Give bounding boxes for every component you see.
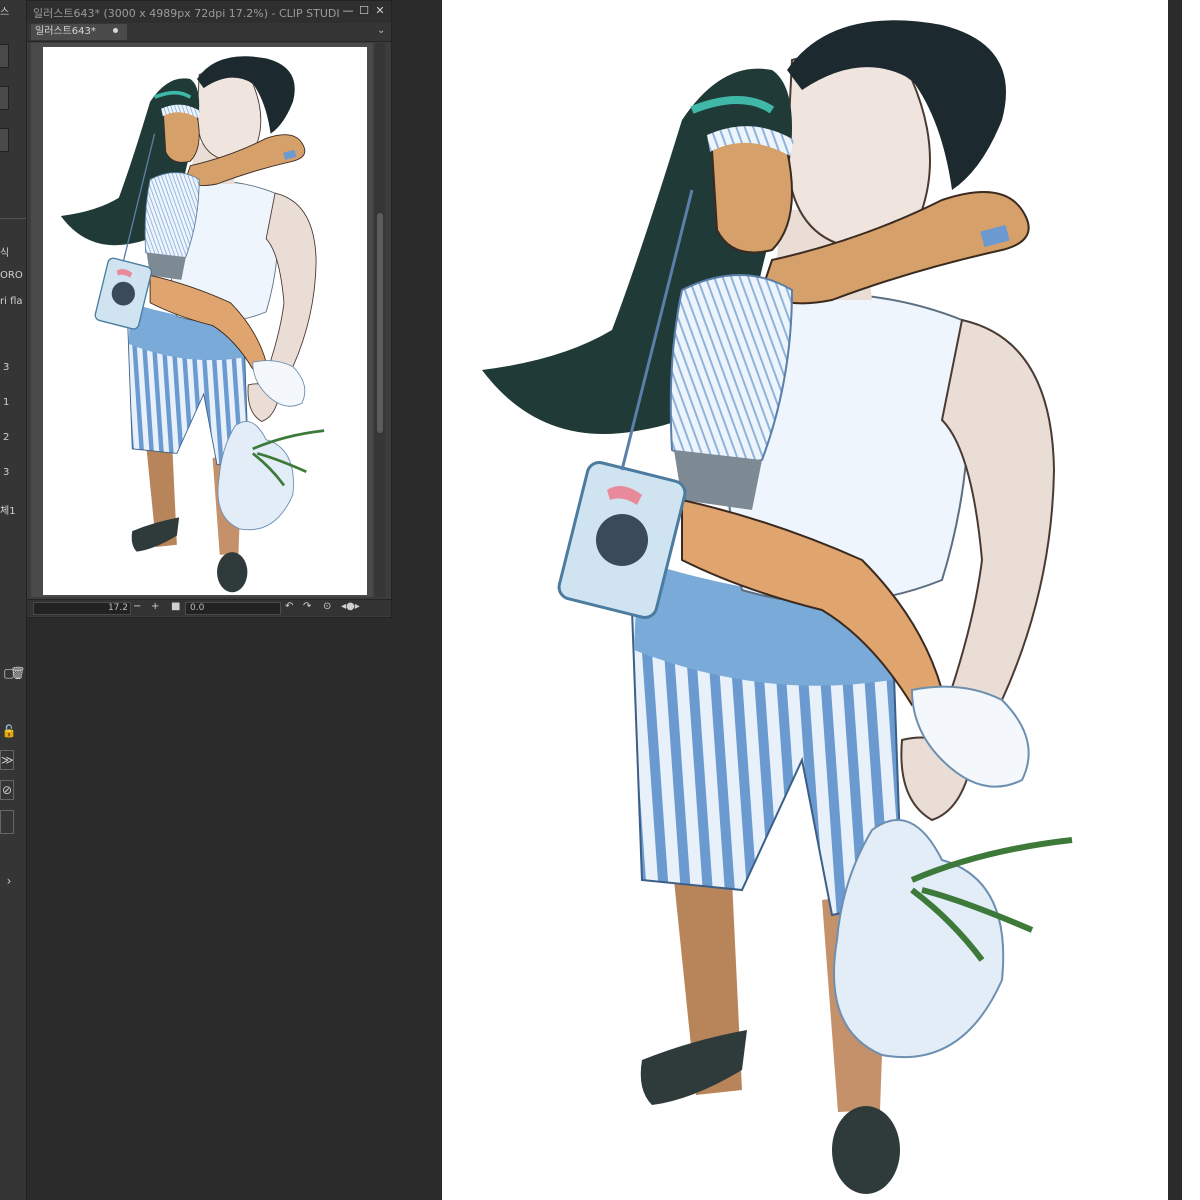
strip-num-3[interactable]: 2 <box>3 432 9 443</box>
scrollbar-thumb[interactable] <box>377 213 383 433</box>
close-icon[interactable]: ✕ <box>373 4 387 18</box>
strip-label-style[interactable]: 식 <box>0 244 9 259</box>
right-panel-edge <box>1182 0 1200 1200</box>
strip-num-2[interactable]: 1 <box>3 397 9 408</box>
navigator-scrollbar[interactable] <box>375 43 385 597</box>
navigator-illustration-preview <box>59 54 326 595</box>
zoom-in-icon[interactable]: + <box>151 601 159 612</box>
lock-icon[interactable]: 🔓 <box>0 722 18 740</box>
main-illustration <box>442 0 1168 1200</box>
flip-icon[interactable]: ◂●▸ <box>341 601 360 612</box>
strip-label-oro[interactable]: ORO <box>0 270 23 281</box>
unsaved-dot-icon <box>113 28 118 33</box>
left-tool-strip: 스 식 ORO ri fla 3 1 2 3 체1 ▢ 🗑 🔓 ≫ ⊘ › <box>0 0 27 1200</box>
strip-button-3[interactable] <box>0 128 9 152</box>
chevron-right-icon[interactable]: › <box>0 872 18 890</box>
maximize-icon[interactable]: ☐ <box>357 4 371 18</box>
rotate-right-icon[interactable]: ↷ <box>303 601 311 612</box>
double-check-icon[interactable]: ≫ <box>0 750 14 770</box>
trash-icon[interactable]: 🗑 <box>9 664 27 682</box>
navigator-controls: 17.2 − + ■ 0.0 ↶ ↷ ⊙ ◂●▸ <box>27 599 391 616</box>
document-tab-label: 일러스트643* <box>35 26 96 37</box>
rotation-angle-field[interactable]: 0.0 <box>185 602 281 615</box>
strip-num-5[interactable]: 체1 <box>0 502 16 517</box>
no-entry-icon[interactable]: ⊘ <box>0 780 14 800</box>
navigator-tabbar: 일러스트643* ⌄ <box>27 23 391 42</box>
chevron-down-icon[interactable]: ⌄ <box>377 25 385 36</box>
navigator-window: 일러스트643* (3000 x 4989px 72dpi 17.2%) - C… <box>26 0 392 618</box>
strip-label-flat[interactable]: ri fla <box>0 296 23 307</box>
canvas-gutter <box>1168 0 1182 1200</box>
navigator-titlebar[interactable]: 일러스트643* (3000 x 4989px 72dpi 17.2%) - C… <box>27 1 391 23</box>
layer-button-icon[interactable] <box>0 810 14 834</box>
zoom-field[interactable]: 17.2 <box>33 602 131 615</box>
strip-button-2[interactable] <box>0 86 9 110</box>
strip-divider <box>0 218 26 219</box>
fit-square-icon[interactable]: ■ <box>171 601 180 612</box>
zoom-out-icon[interactable]: − <box>133 601 141 612</box>
window-title: 일러스트643* (3000 x 4989px 72dpi 17.2%) - C… <box>33 7 340 20</box>
navigator-preview-area[interactable] <box>31 43 373 597</box>
rotate-left-icon[interactable]: ↶ <box>285 601 293 612</box>
reset-rotation-icon[interactable]: ⊙ <box>323 601 331 612</box>
navigator-preview-paper <box>43 47 367 595</box>
strip-num-4[interactable]: 3 <box>3 467 9 478</box>
minimize-icon[interactable]: — <box>341 4 355 18</box>
strip-label-top: 스 <box>0 7 10 18</box>
strip-num-1[interactable]: 3 <box>3 362 9 373</box>
strip-button-1[interactable] <box>0 44 9 68</box>
main-canvas-paper[interactable] <box>442 0 1168 1200</box>
